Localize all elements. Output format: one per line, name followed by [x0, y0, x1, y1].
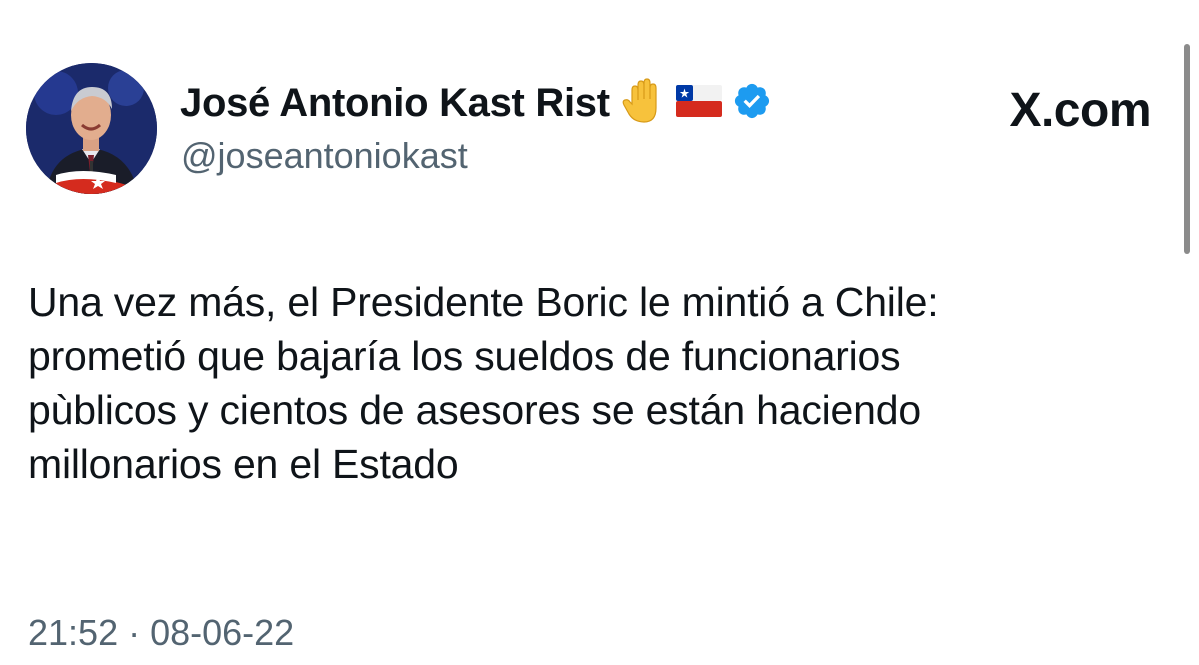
- raised-hand-emoji-icon: [620, 77, 666, 129]
- author-display-name[interactable]: José Antonio Kast Rist: [180, 81, 610, 126]
- chile-flag-icon: [675, 84, 722, 122]
- author-name-row: José Antonio Kast Rist: [180, 77, 772, 129]
- author-handle[interactable]: @joseantoniokast: [181, 135, 468, 177]
- tweet-timestamp[interactable]: 21:52 · 08-06-22: [28, 612, 294, 654]
- scrollbar-thumb[interactable]: [1184, 44, 1190, 254]
- x-brand-watermark: X.com: [1009, 82, 1151, 138]
- x-logo-text: X.com: [1009, 83, 1151, 137]
- verified-badge-icon[interactable]: [732, 81, 772, 126]
- avatar[interactable]: [26, 63, 157, 194]
- tweet-text: Una vez más, el Presidente Boric le mint…: [28, 279, 939, 487]
